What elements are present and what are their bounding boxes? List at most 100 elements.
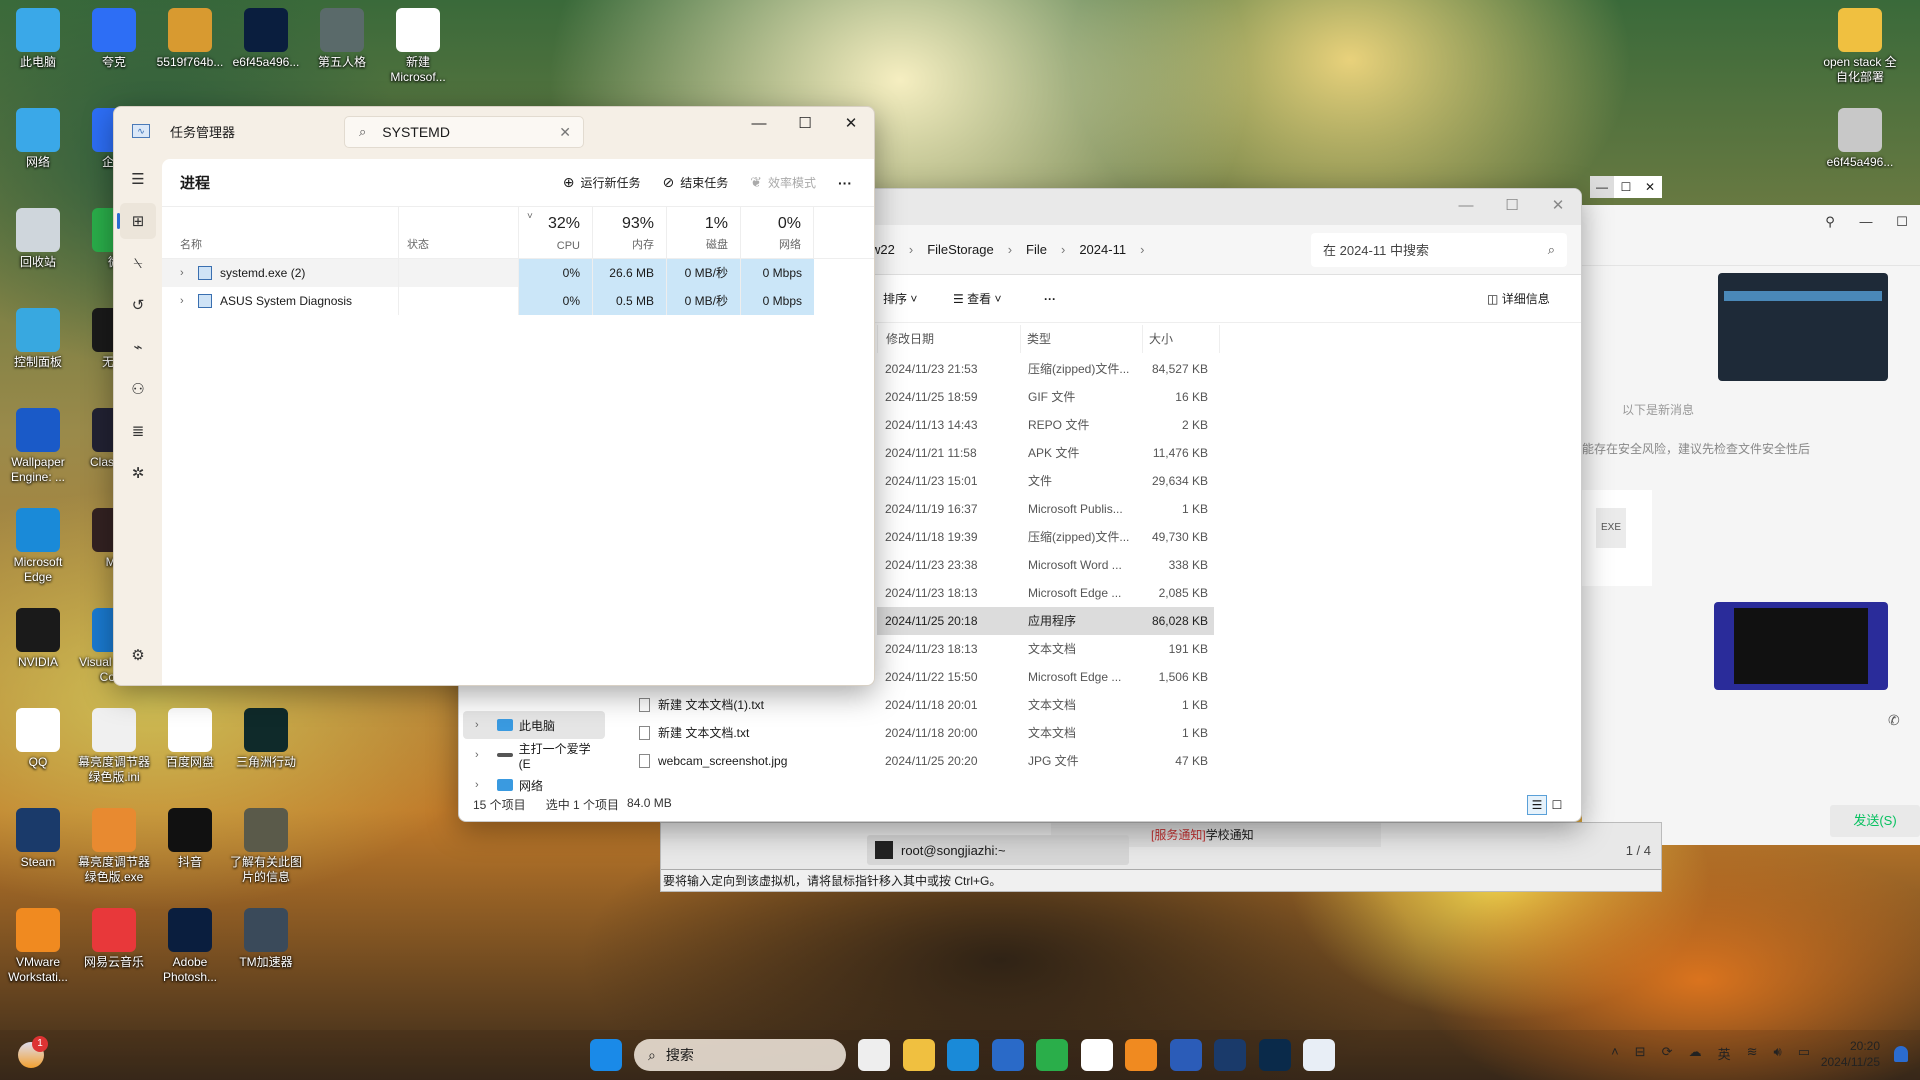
- file-row[interactable]: 2024/11/25 20:18 应用程序 86,028 KB: [877, 607, 1214, 635]
- clock[interactable]: 20:20 2024/11/25: [1821, 1038, 1880, 1070]
- desktop-icon[interactable]: 百度网盘: [152, 708, 228, 770]
- expand-chevron-icon[interactable]: ›: [180, 295, 198, 307]
- performance-icon[interactable]: ⍀: [120, 245, 156, 281]
- chat-image-message[interactable]: [1718, 273, 1888, 381]
- details-view-button[interactable]: ☰: [1527, 795, 1547, 815]
- volume-icon[interactable]: 🔊︎: [1774, 1044, 1782, 1063]
- desktop-icon[interactable]: e6f45a496...: [228, 8, 304, 70]
- close-button[interactable]: ✕: [1535, 189, 1581, 223]
- details-icon[interactable]: ≣: [120, 413, 156, 449]
- file-message-card[interactable]: EXE: [1582, 490, 1652, 586]
- run-new-task-button[interactable]: ⊕ 运行新任务: [563, 174, 641, 191]
- minimize-button[interactable]: —: [1848, 205, 1884, 239]
- file-row[interactable]: 2024/11/22 15:50 Microsoft Edge ... 1,506 …: [877, 663, 1214, 691]
- file-row[interactable]: 2024/11/21 11:58 APK 文件 11,476 KB: [877, 439, 1214, 467]
- desktop-icon[interactable]: 抖音: [152, 808, 228, 870]
- clear-search-icon[interactable]: ✕: [559, 124, 571, 141]
- users-icon[interactable]: ⚇: [120, 371, 156, 407]
- desktop-icon[interactable]: 三角洲行动: [228, 708, 304, 770]
- more-button[interactable]: ···: [1044, 292, 1056, 306]
- file-row[interactable]: 2024/11/18 19:39 压缩(zipped)文件... 49,730 KB: [877, 523, 1214, 551]
- desktop-icon[interactable]: 了解有关此图片的信息: [228, 808, 304, 885]
- notification-bell-icon[interactable]: [1894, 1046, 1908, 1062]
- file-explorer-icon[interactable]: [902, 1039, 935, 1071]
- column-status[interactable]: 状态: [398, 207, 518, 258]
- edge-icon[interactable]: [947, 1039, 979, 1071]
- file-row[interactable]: 2024/11/23 23:38 Microsoft Word ... 338 KB: [877, 551, 1214, 579]
- file-row[interactable]: 2024/11/18 20:01 文本文档 1 KB: [877, 691, 1214, 719]
- startup-icon[interactable]: ⌁: [120, 329, 156, 365]
- breadcrumb-item[interactable]: 2024-11: [1079, 242, 1126, 257]
- tray-app-icon[interactable]: ⊟: [1635, 1044, 1646, 1063]
- nav-item-this-pc[interactable]: › 此电脑: [463, 711, 605, 739]
- maximize-button[interactable]: ☐: [782, 107, 828, 141]
- app-history-icon[interactable]: ↺: [120, 287, 156, 323]
- desktop-icon[interactable]: TM加速器: [228, 908, 304, 970]
- settings-icon[interactable]: ⚙: [120, 637, 156, 673]
- desktop-icon[interactable]: 网易云音乐: [76, 908, 152, 970]
- nav-item-drive[interactable]: › 主打一个爱学 (E: [463, 741, 605, 771]
- pin-icon[interactable]: ⚲: [1812, 205, 1848, 239]
- process-search-input[interactable]: ⌕ SYSTEMD ✕: [344, 116, 584, 148]
- file-row[interactable]: 2024/11/25 18:59 GIF 文件 16 KB: [877, 383, 1214, 411]
- file-row[interactable]: 2024/11/19 16:37 Microsoft Publis... 1 KB: [877, 495, 1214, 523]
- more-button[interactable]: ···: [838, 175, 852, 191]
- task-manager-icon[interactable]: [1303, 1039, 1335, 1071]
- column-cpu[interactable]: ˅ 32% CPU: [518, 207, 592, 258]
- chevron-right-icon[interactable]: ›: [909, 242, 913, 257]
- desktop-icon[interactable]: 5519f764b...: [152, 8, 228, 70]
- desktop-icon[interactable]: QQ: [0, 708, 76, 770]
- chat-image-message[interactable]: [1714, 602, 1888, 690]
- show-hidden-icons-chevron[interactable]: ˄: [1611, 1044, 1619, 1063]
- chevron-right-icon[interactable]: ›: [1061, 242, 1065, 257]
- breadcrumb-item[interactable]: FileStorage: [927, 242, 993, 257]
- desktop-icon[interactable]: Microsoft Edge: [0, 508, 76, 585]
- store-icon[interactable]: [991, 1039, 1024, 1071]
- chevron-right-icon[interactable]: ›: [475, 719, 497, 731]
- file-row[interactable]: 2024/11/23 15:01 文件 29,634 KB: [877, 467, 1214, 495]
- send-button[interactable]: 发送(S): [1830, 805, 1920, 837]
- chevron-right-icon[interactable]: ›: [475, 749, 497, 761]
- view-button[interactable]: ☰ 查看 ˅: [953, 290, 1001, 307]
- file-row[interactable]: 2024/11/23 18:13 Microsoft Edge ... 2,085 …: [877, 579, 1214, 607]
- expand-chevron-icon[interactable]: ›: [180, 267, 198, 279]
- end-task-button[interactable]: ⊘ 结束任务: [663, 174, 729, 191]
- onedrive-icon[interactable]: ☁: [1689, 1044, 1702, 1063]
- desktop-icon[interactable]: 幕亮度调节器绿色版.ini: [76, 708, 152, 785]
- start-icon[interactable]: [590, 1039, 622, 1071]
- sort-button[interactable]: 排序 ˅: [883, 290, 917, 307]
- taskbar-search[interactable]: ⌕ 搜索: [634, 1039, 846, 1071]
- word-icon[interactable]: [1169, 1039, 1202, 1071]
- desktop-icon[interactable]: 回收站: [0, 208, 76, 270]
- minimize-button[interactable]: —: [1443, 189, 1489, 223]
- explorer-search-input[interactable]: 在 2024-11 中搜索 ⌕: [1311, 232, 1567, 267]
- column-date[interactable]: 修改日期: [877, 325, 1020, 353]
- details-pane-button[interactable]: ◫ 详细信息: [1487, 290, 1550, 307]
- processes-icon[interactable]: ⊞: [117, 203, 156, 239]
- desktop-icon[interactable]: open stack 全自化部署: [1822, 8, 1898, 85]
- desktop-icon[interactable]: Steam: [0, 808, 76, 870]
- file-row[interactable]: 2024/11/23 18:13 文本文档 191 KB: [877, 635, 1214, 663]
- maximize-button[interactable]: ☐: [1614, 176, 1638, 198]
- minimize-button[interactable]: —: [736, 107, 782, 141]
- column-memory[interactable]: 93% 内存: [592, 207, 666, 258]
- weather-widget[interactable]: 1: [18, 1036, 48, 1068]
- wifi-icon[interactable]: ≋: [1747, 1044, 1758, 1063]
- column-size[interactable]: 大小: [1142, 325, 1220, 353]
- file-row[interactable]: 2024/11/23 21:53 压缩(zipped)文件... 84,527 KB: [877, 355, 1214, 383]
- desktop-icon[interactable]: e6f45a496...: [1822, 108, 1898, 170]
- vmware-icon[interactable]: [1125, 1039, 1157, 1071]
- desktop-icon[interactable]: 网络: [0, 108, 76, 170]
- file-name[interactable]: 新建 文本文档.txt: [639, 719, 749, 747]
- desktop-icon[interactable]: Wallpaper Engine: ...: [0, 408, 76, 485]
- close-button[interactable]: ✕: [828, 107, 874, 141]
- file-row[interactable]: 2024/11/13 14:43 REPO 文件 2 KB: [877, 411, 1214, 439]
- column-name[interactable]: 名称: [162, 207, 398, 258]
- desktop-icon[interactable]: NVIDIA: [0, 608, 76, 670]
- file-row[interactable]: 2024/11/25 20:20 JPG 文件 47 KB: [877, 747, 1214, 775]
- desktop-icon[interactable]: 夸克: [76, 8, 152, 70]
- nav-item-network[interactable]: › 网络: [463, 771, 605, 799]
- breadcrumb-item[interactable]: File: [1026, 242, 1047, 257]
- column-disk[interactable]: 1% 磁盘: [666, 207, 740, 258]
- desktop-icon[interactable]: 新建 Microsof...: [380, 8, 456, 85]
